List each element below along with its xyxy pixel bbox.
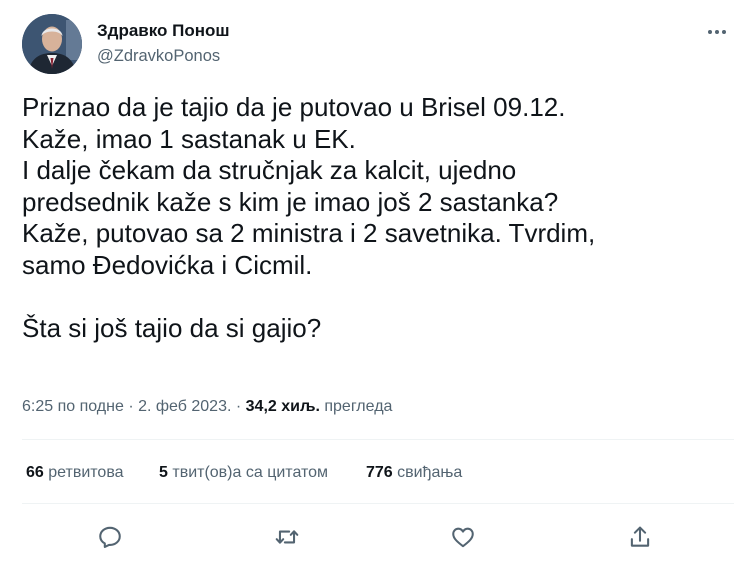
reply-button[interactable] (95, 522, 125, 552)
meta-separator: · (231, 398, 246, 415)
author-handle[interactable]: @ZdravkoPonos (97, 47, 220, 66)
more-options-button[interactable] (700, 18, 734, 46)
reply-icon (99, 526, 121, 548)
divider (22, 503, 734, 504)
tweet-line: Priznao da je tajio da je putovao u Bris… (22, 92, 566, 122)
tweet-text: Priznao da je tajio da je putovao u Bris… (22, 92, 734, 344)
share-button[interactable] (625, 522, 655, 552)
retweets-count: 66 (26, 464, 44, 481)
retweets-label: ретвитова (48, 464, 124, 481)
retweet-icon (275, 530, 299, 544)
like-button[interactable] (448, 522, 478, 552)
avatar[interactable] (22, 14, 82, 74)
quotes-count: 5 (159, 464, 168, 481)
quotes-stat[interactable]: 5 твит(ов)а са цитатом (159, 464, 328, 482)
retweet-button[interactable] (272, 522, 302, 552)
likes-count: 776 (366, 464, 393, 481)
tweet-meta: 6:25 по подне · 2. феб 2023. · 34,2 хиљ.… (22, 398, 392, 416)
retweets-stat[interactable]: 66 ретвитова (26, 464, 124, 482)
likes-stat[interactable]: 776 свиђања (366, 464, 462, 482)
tweet-date[interactable]: 2. феб 2023. (138, 398, 231, 415)
tweet: Здравко Понош @ZdravkoPonos Priznao da j… (0, 0, 748, 565)
meta-separator: · (123, 398, 139, 415)
quotes-label: твит(ов)а са цитатом (172, 464, 329, 481)
divider (22, 439, 734, 440)
tweet-line: predsednik kaže s kim je imao još 2 sast… (22, 186, 559, 217)
tweet-time[interactable]: 6:25 по подне (22, 398, 124, 415)
tweet-line: Šta si još tajio da si gajio? (22, 312, 322, 343)
avatar-portrait (22, 14, 82, 74)
share-icon (630, 526, 650, 547)
tweet-line: Kaže, imao 1 sastanak u EK. (22, 123, 356, 154)
tweet-line: Kaže, putovao sa 2 ministra i 2 savetnik… (22, 218, 596, 248)
author-name[interactable]: Здравко Понош (97, 21, 230, 41)
likes-label: свиђања (397, 464, 463, 481)
like-icon (452, 527, 474, 548)
views-label: прегледа (324, 398, 393, 415)
tweet-line: samo Đedovićka i Cicmil. (22, 249, 313, 280)
views-count: 34,2 хиљ. (245, 398, 320, 415)
more-icon (708, 30, 726, 34)
tweet-line: I dalje čekam da stručnjak za kalcit, uj… (22, 155, 517, 185)
